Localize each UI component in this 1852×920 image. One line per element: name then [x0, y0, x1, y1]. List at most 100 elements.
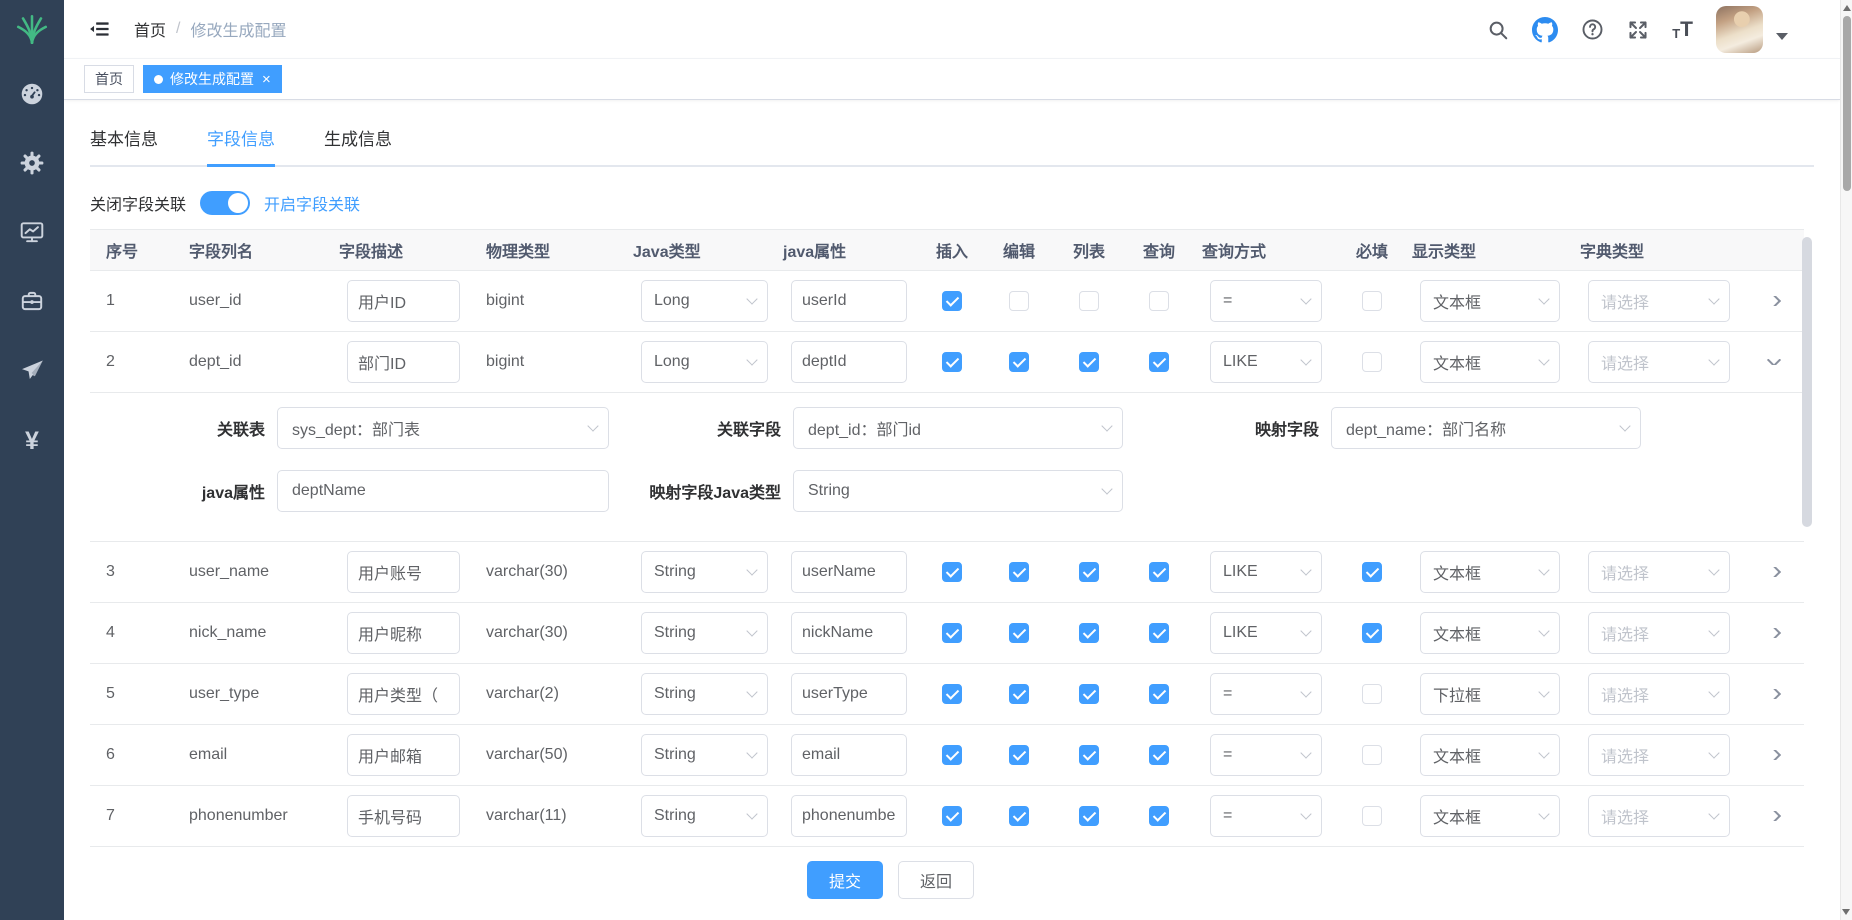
query-checkbox[interactable] [1149, 623, 1169, 643]
java-attribute-input[interactable] [277, 470, 609, 512]
breadcrumb-home-link[interactable]: 首页 [134, 17, 166, 41]
dict-type-select[interactable]: 请选择 [1588, 795, 1730, 837]
java-field-input[interactable] [791, 280, 907, 322]
query-type-select[interactable]: = [1210, 673, 1322, 715]
display-type-select[interactable]: 文本框 [1420, 280, 1560, 322]
github-icon[interactable] [1532, 17, 1558, 43]
expand-row-icon[interactable] [1767, 296, 1781, 306]
dict-type-select[interactable]: 请选择 [1588, 734, 1730, 776]
required-checkbox[interactable] [1362, 745, 1382, 765]
dict-type-select[interactable]: 请选择 [1588, 280, 1730, 322]
query-checkbox[interactable] [1149, 806, 1169, 826]
sidebar-item-system[interactable] [0, 131, 64, 200]
column-description-input[interactable] [347, 795, 460, 837]
scrollbar-down-arrow-icon[interactable] [1842, 909, 1850, 915]
list-checkbox[interactable] [1079, 684, 1099, 704]
expand-row-icon[interactable] [1767, 689, 1781, 699]
query-checkbox[interactable] [1149, 684, 1169, 704]
search-icon[interactable] [1487, 19, 1509, 41]
table-scrollbar[interactable] [1802, 237, 1812, 537]
back-button[interactable]: 返回 [898, 861, 974, 899]
list-checkbox[interactable] [1079, 806, 1099, 826]
tab-field-info[interactable]: 字段信息 [207, 125, 275, 165]
sidebar-item-pay[interactable]: ¥ [0, 407, 64, 476]
java-type-select[interactable]: Long [641, 341, 768, 383]
tab-generate-info[interactable]: 生成信息 [324, 125, 392, 165]
list-checkbox[interactable] [1079, 623, 1099, 643]
expand-row-icon[interactable] [1767, 811, 1781, 821]
required-checkbox[interactable] [1362, 562, 1382, 582]
scrollbar-up-arrow-icon[interactable] [1843, 5, 1851, 11]
query-type-select[interactable]: LIKE [1210, 551, 1322, 593]
java-type-select[interactable]: String [641, 673, 768, 715]
java-type-select[interactable]: String [641, 795, 768, 837]
edit-checkbox[interactable] [1009, 352, 1029, 372]
mapped-field-select[interactable]: dept_name：部门名称 [1331, 407, 1641, 449]
java-field-input[interactable] [791, 341, 907, 383]
help-icon[interactable] [1581, 18, 1604, 41]
sidebar-item-tool[interactable] [0, 269, 64, 338]
query-type-select[interactable]: = [1210, 795, 1322, 837]
column-description-input[interactable] [347, 612, 460, 654]
java-field-input[interactable] [791, 795, 907, 837]
page-scrollbar[interactable] [1840, 0, 1852, 920]
java-type-select[interactable]: String [641, 551, 768, 593]
mapped-java-type-select[interactable]: String [793, 470, 1123, 512]
column-description-input[interactable] [347, 551, 460, 593]
avatar-dropdown[interactable] [1716, 6, 1788, 53]
java-field-input[interactable] [791, 673, 907, 715]
dict-type-select[interactable]: 请选择 [1588, 551, 1730, 593]
query-type-select[interactable]: = [1210, 734, 1322, 776]
edit-checkbox[interactable] [1009, 684, 1029, 704]
expand-row-icon[interactable] [1767, 567, 1781, 577]
query-type-select[interactable]: LIKE [1210, 612, 1322, 654]
close-icon[interactable]: × [262, 72, 271, 87]
java-field-input[interactable] [791, 612, 907, 654]
edit-checkbox[interactable] [1009, 806, 1029, 826]
required-checkbox[interactable] [1362, 806, 1382, 826]
query-checkbox[interactable] [1149, 291, 1169, 311]
fullscreen-icon[interactable] [1627, 19, 1649, 41]
display-type-select[interactable]: 下拉框 [1420, 673, 1560, 715]
display-type-select[interactable]: 文本框 [1420, 612, 1560, 654]
list-checkbox[interactable] [1079, 745, 1099, 765]
sidebar-fold-icon[interactable] [88, 17, 112, 41]
required-checkbox[interactable] [1362, 684, 1382, 704]
related-field-select[interactable]: dept_id：部门id [793, 407, 1123, 449]
column-description-input[interactable] [347, 280, 460, 322]
expand-row-icon[interactable] [1767, 750, 1781, 760]
tag-active-gen-config[interactable]: 修改生成配置 × [143, 65, 282, 93]
query-type-select[interactable]: LIKE [1210, 341, 1322, 383]
java-type-select[interactable]: String [641, 734, 768, 776]
java-type-select[interactable]: Long [641, 280, 768, 322]
required-checkbox[interactable] [1362, 352, 1382, 372]
java-type-select[interactable]: String [641, 612, 768, 654]
sidebar-item-monitor[interactable] [0, 200, 64, 269]
column-description-input[interactable] [347, 734, 460, 776]
query-checkbox[interactable] [1149, 562, 1169, 582]
insert-checkbox[interactable] [942, 623, 962, 643]
dict-type-select[interactable]: 请选择 [1588, 673, 1730, 715]
query-type-select[interactable]: = [1210, 280, 1322, 322]
required-checkbox[interactable] [1362, 623, 1382, 643]
display-type-select[interactable]: 文本框 [1420, 341, 1560, 383]
list-checkbox[interactable] [1079, 291, 1099, 311]
column-description-input[interactable] [347, 673, 460, 715]
table-scrollbar-thumb[interactable] [1802, 237, 1812, 527]
related-table-select[interactable]: sys_dept：部门表 [277, 407, 609, 449]
edit-checkbox[interactable] [1009, 562, 1029, 582]
insert-checkbox[interactable] [942, 806, 962, 826]
list-checkbox[interactable] [1079, 352, 1099, 372]
list-checkbox[interactable] [1079, 562, 1099, 582]
display-type-select[interactable]: 文本框 [1420, 734, 1560, 776]
insert-checkbox[interactable] [942, 745, 962, 765]
edit-checkbox[interactable] [1009, 745, 1029, 765]
query-checkbox[interactable] [1149, 352, 1169, 372]
app-logo[interactable] [14, 0, 50, 62]
field-association-switch[interactable] [200, 191, 250, 215]
display-type-select[interactable]: 文本框 [1420, 551, 1560, 593]
submit-button[interactable]: 提交 [807, 861, 883, 899]
sidebar-item-guide[interactable] [0, 338, 64, 407]
insert-checkbox[interactable] [942, 684, 962, 704]
display-type-select[interactable]: 文本框 [1420, 795, 1560, 837]
